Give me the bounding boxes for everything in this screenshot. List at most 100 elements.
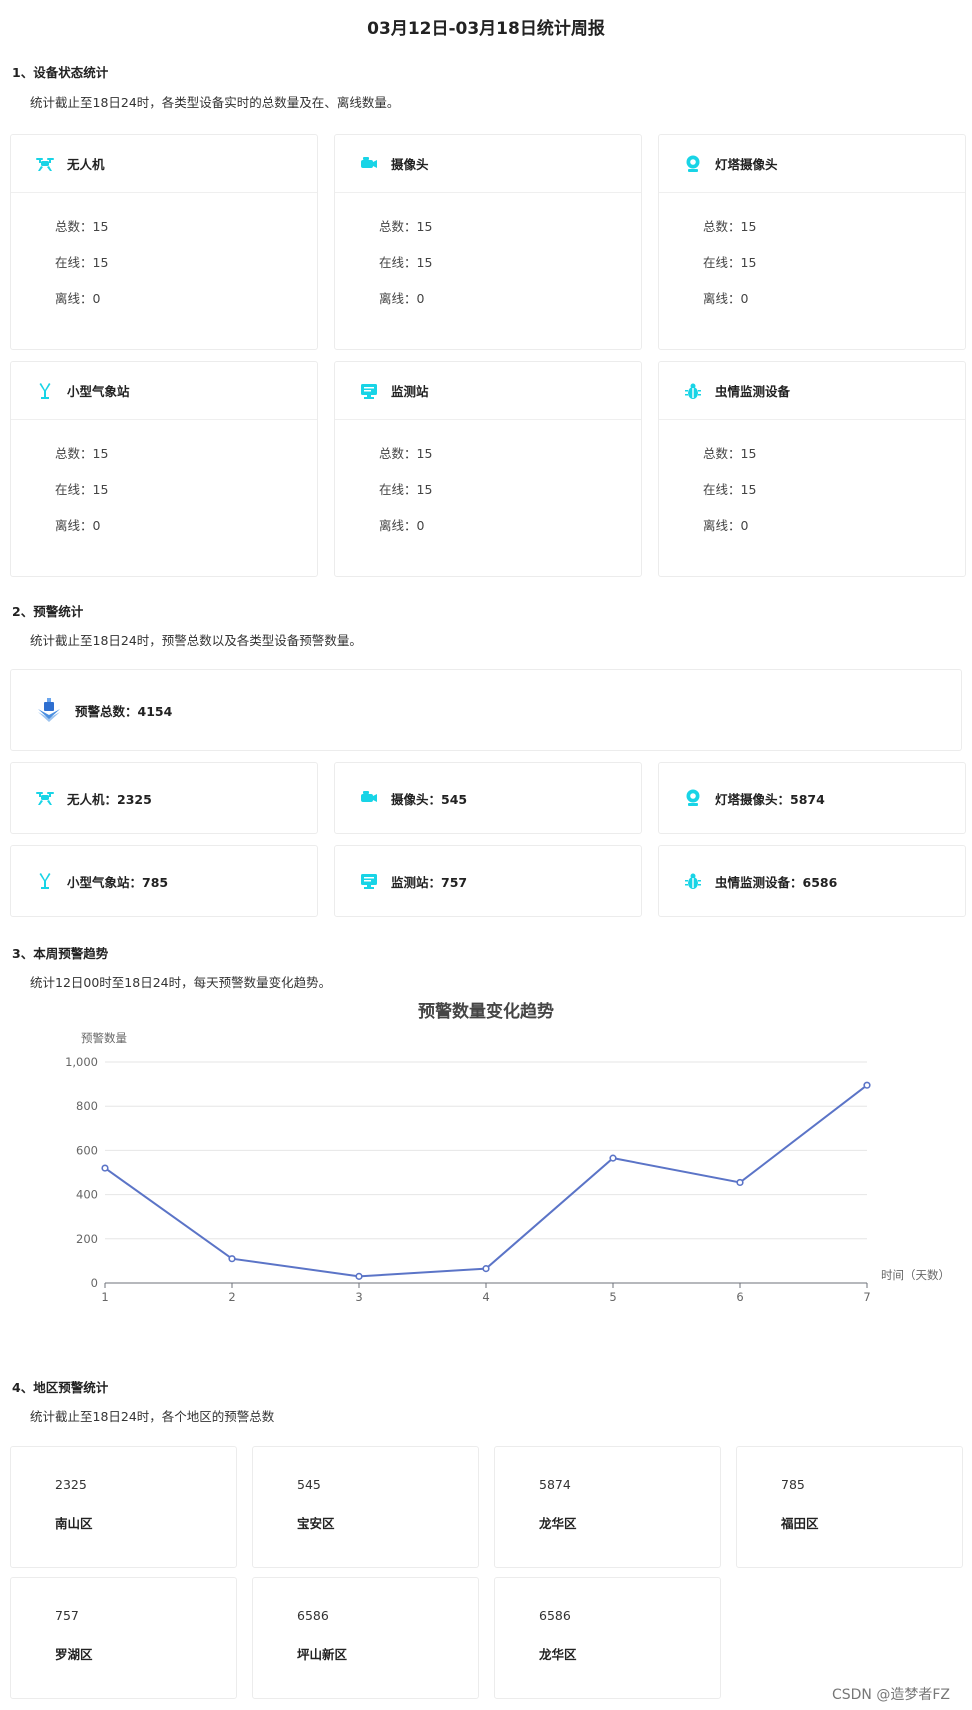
monitor-station-icon <box>359 871 379 891</box>
device-card-drone: 无人机 总数：15 在线：15 离线：0 <box>10 134 318 350</box>
chart-x-tick-label: 3 <box>355 1290 362 1304</box>
region-name: 坪山新区 <box>297 1647 348 1662</box>
section-heading-device-status: 1、设备状态统计 <box>12 65 109 80</box>
camera-icon <box>359 788 379 808</box>
alert-total-label: 预警总数：4154 <box>75 703 173 719</box>
region-card: 545 宝安区 <box>252 1446 479 1568</box>
device-total: 总数：15 <box>55 219 109 234</box>
region-count: 6586 <box>539 1608 571 1623</box>
device-offline: 离线：0 <box>379 518 425 533</box>
chart-series-line <box>104 1084 868 1278</box>
device-card-title: 灯塔摄像头 <box>715 157 778 172</box>
device-offline: 离线：0 <box>703 518 749 533</box>
chart-x-tick-label: 6 <box>736 1290 743 1304</box>
device-card-weather-station: 小型气象站 总数：15 在线：15 离线：0 <box>10 361 318 577</box>
section-desc-device-status: 统计截止至18日24时，各类型设备实时的总数量及在、离线数量。 <box>30 95 400 110</box>
device-card-bug-monitor: 虫情监测设备 总数：15 在线：15 离线：0 <box>658 361 966 577</box>
device-online: 在线：15 <box>55 255 109 270</box>
device-total: 总数：15 <box>379 219 433 234</box>
chart-y-tick-label: 200 <box>76 1232 98 1246</box>
alert-count-label: 摄像头：545 <box>391 791 468 807</box>
device-card-camera: 摄像头 总数：15 在线：15 离线：0 <box>334 134 642 350</box>
region-name: 龙华区 <box>539 1516 577 1531</box>
device-total: 总数：15 <box>55 446 109 461</box>
chart-x-tick-label: 7 <box>863 1290 870 1304</box>
chart-data-point <box>863 1081 871 1089</box>
region-name: 宝安区 <box>297 1516 335 1531</box>
trend-line-chart: 预警数量变化趋势 预警数量 时间（天数） 02004006008001,000 … <box>65 1001 950 1304</box>
tower-camera-icon <box>683 788 703 808</box>
chart-x-tick-label: 5 <box>609 1290 616 1304</box>
chart-x-axis-label: 时间（天数） <box>881 1268 950 1282</box>
tower-camera-icon <box>683 154 703 174</box>
device-total: 总数：15 <box>379 446 433 461</box>
device-card-monitor-station: 监测站 总数：15 在线：15 离线：0 <box>334 361 642 577</box>
device-card-tower-camera: 灯塔摄像头 总数：15 在线：15 离线：0 <box>658 134 966 350</box>
alert-card-weather-station: 小型气象站：785 <box>10 845 318 917</box>
region-card: 5874 龙华区 <box>494 1446 721 1568</box>
alert-card-drone: 无人机：2325 <box>10 762 318 834</box>
alert-stack-icon <box>35 696 63 724</box>
device-total: 总数：15 <box>703 446 757 461</box>
chart-x-tick-label: 1 <box>101 1290 108 1304</box>
region-card: 757 罗湖区 <box>10 1577 237 1699</box>
page-title: 03月12日-03月18日统计周报 <box>367 19 605 39</box>
device-online: 在线：15 <box>379 255 433 270</box>
chart-y-tick-label: 600 <box>76 1143 98 1157</box>
device-card-title: 无人机 <box>67 157 105 172</box>
device-total: 总数：15 <box>703 219 757 234</box>
chart-data-point <box>482 1265 490 1273</box>
region-name: 罗湖区 <box>55 1647 93 1662</box>
region-count: 5874 <box>539 1477 571 1492</box>
weather-station-icon <box>35 871 55 891</box>
device-online: 在线：15 <box>379 482 433 497</box>
camera-icon <box>359 154 379 174</box>
section-desc-region: 统计截止至18日24时，各个地区的预警总数 <box>30 1409 275 1424</box>
device-offline: 离线：0 <box>55 518 101 533</box>
alert-count-label: 虫情监测设备：6586 <box>715 874 838 890</box>
region-card: 6586 龙华区 <box>494 1577 721 1699</box>
section-heading-region: 4、地区预警统计 <box>12 1380 109 1395</box>
section-heading-alerts: 2、预警统计 <box>12 604 84 619</box>
region-card: 6586 坪山新区 <box>252 1577 479 1699</box>
bug-monitor-icon <box>683 871 703 891</box>
section-desc-alerts: 统计截止至18日24时，预警总数以及各类型设备预警数量。 <box>30 633 362 648</box>
region-card: 2325 南山区 <box>10 1446 237 1568</box>
monitor-station-icon <box>359 381 379 401</box>
device-offline: 离线：0 <box>379 291 425 306</box>
region-name: 龙华区 <box>539 1647 577 1662</box>
chart-data-point <box>101 1164 109 1172</box>
drone-icon <box>35 788 55 808</box>
alert-card-tower-camera: 灯塔摄像头：5874 <box>658 762 966 834</box>
alert-card-monitor-station: 监测站：757 <box>334 845 642 917</box>
chart-y-tick-label: 400 <box>76 1188 98 1202</box>
device-offline: 离线：0 <box>703 291 749 306</box>
region-name: 福田区 <box>781 1516 819 1531</box>
region-count: 785 <box>781 1477 805 1492</box>
drone-icon <box>35 154 55 174</box>
device-online: 在线：15 <box>55 482 109 497</box>
section-heading-trend: 3、本周预警趋势 <box>12 946 109 961</box>
region-count: 545 <box>297 1477 321 1492</box>
region-name: 南山区 <box>55 1516 93 1531</box>
alert-card-camera: 摄像头：545 <box>334 762 642 834</box>
alert-count-label: 监测站：757 <box>391 874 468 890</box>
chart-data-point <box>609 1154 617 1162</box>
chart-data-point <box>736 1178 744 1187</box>
chart-x-tick-label: 2 <box>228 1290 235 1304</box>
alert-count-label: 无人机：2325 <box>67 791 152 807</box>
alert-count-label: 小型气象站：785 <box>67 874 169 890</box>
chart-y-axis-label: 预警数量 <box>81 1031 127 1045</box>
watermark: CSDN @造梦者FZ <box>831 1687 950 1703</box>
device-card-title: 监测站 <box>391 384 429 399</box>
alert-total-card: 预警总数：4154 <box>10 669 962 751</box>
device-card-title: 虫情监测设备 <box>715 384 791 399</box>
chart-y-tick-label: 1,000 <box>65 1055 98 1069</box>
device-card-title: 小型气象站 <box>67 384 130 399</box>
chart-y-tick-label: 0 <box>91 1276 98 1290</box>
region-count: 2325 <box>55 1477 87 1492</box>
region-count: 6586 <box>297 1608 329 1623</box>
chart-data-point <box>355 1272 363 1280</box>
region-card: 785 福田区 <box>736 1446 963 1568</box>
chart-title: 预警数量变化趋势 <box>418 1001 554 1022</box>
